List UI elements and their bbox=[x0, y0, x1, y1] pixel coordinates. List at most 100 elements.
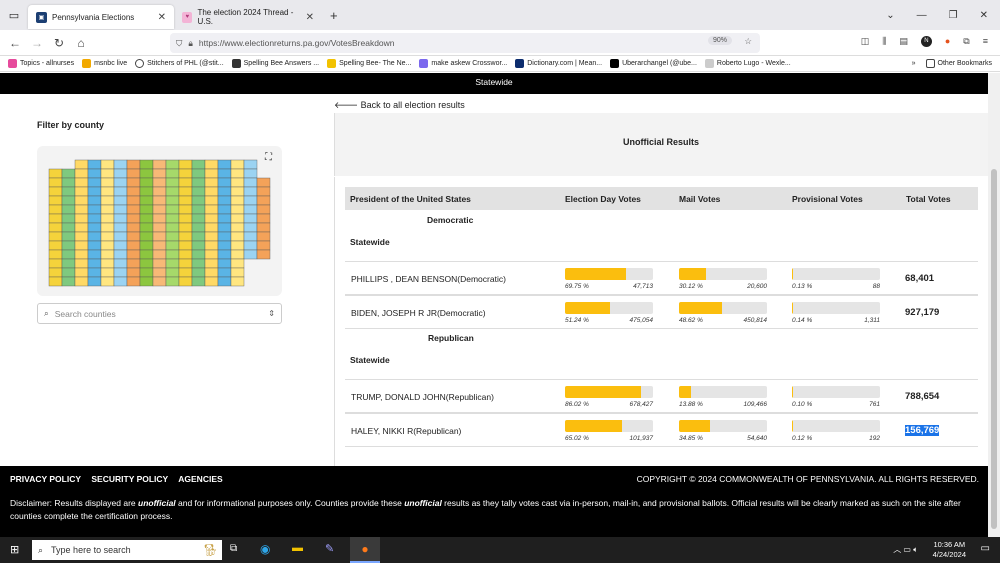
county-shape[interactable] bbox=[204, 258, 219, 269]
county-shape[interactable] bbox=[165, 258, 180, 269]
county-shape[interactable] bbox=[230, 222, 245, 233]
county-shape[interactable] bbox=[87, 195, 102, 206]
county-shape[interactable] bbox=[256, 195, 271, 206]
county-shape[interactable] bbox=[165, 276, 180, 287]
back-icon[interactable]: ← bbox=[4, 32, 26, 54]
county-shape[interactable] bbox=[74, 195, 89, 206]
county-shape[interactable] bbox=[100, 258, 115, 269]
county-shape[interactable] bbox=[256, 204, 271, 215]
county-shape[interactable] bbox=[87, 204, 102, 215]
county-shape[interactable] bbox=[243, 159, 258, 170]
restore-icon[interactable]: ❐ bbox=[949, 10, 958, 21]
file-explorer-icon[interactable]: ▬ bbox=[292, 542, 303, 554]
county-shape[interactable] bbox=[217, 249, 232, 260]
county-shape[interactable] bbox=[100, 267, 115, 278]
county-shape[interactable] bbox=[191, 159, 206, 170]
county-shape[interactable] bbox=[204, 276, 219, 287]
county-shape[interactable] bbox=[217, 258, 232, 269]
county-shape[interactable] bbox=[87, 258, 102, 269]
county-shape[interactable] bbox=[152, 249, 167, 260]
county-shape[interactable] bbox=[74, 222, 89, 233]
county-shape[interactable] bbox=[61, 267, 76, 278]
app-icon[interactable]: ✎ bbox=[325, 542, 334, 555]
county-shape[interactable] bbox=[165, 168, 180, 179]
county-shape[interactable] bbox=[204, 168, 219, 179]
county-shape[interactable] bbox=[113, 258, 128, 269]
county-shape[interactable] bbox=[113, 186, 128, 197]
county-shape[interactable] bbox=[165, 159, 180, 170]
county-shape[interactable] bbox=[230, 168, 245, 179]
county-shape[interactable] bbox=[204, 222, 219, 233]
system-tray-icons[interactable]: ︿ ▭ 🔈︎ bbox=[893, 544, 918, 555]
county-shape[interactable] bbox=[191, 186, 206, 197]
scroll-thumb[interactable] bbox=[991, 169, 997, 529]
county-shape[interactable] bbox=[178, 231, 193, 242]
minimize-icon[interactable]: — bbox=[917, 10, 927, 21]
county-shape[interactable] bbox=[48, 276, 63, 287]
county-shape[interactable] bbox=[87, 240, 102, 251]
county-shape[interactable] bbox=[243, 204, 258, 215]
county-shape[interactable] bbox=[139, 213, 154, 224]
county-shape[interactable] bbox=[74, 168, 89, 179]
pennsylvania-map[interactable] bbox=[37, 146, 282, 296]
total-votes[interactable]: 927,179 bbox=[905, 307, 939, 318]
county-shape[interactable] bbox=[74, 177, 89, 188]
bookmark-item[interactable]: Stitchers of PHL (@stit... bbox=[135, 59, 224, 68]
bookmark-star-icon[interactable]: ☆ bbox=[744, 36, 752, 47]
reload-icon[interactable]: ↻ bbox=[48, 32, 70, 54]
county-shape[interactable] bbox=[165, 177, 180, 188]
county-search-select[interactable]: ⌕ Search counties ⇕ bbox=[37, 303, 282, 324]
county-shape[interactable] bbox=[178, 159, 193, 170]
county-shape[interactable] bbox=[243, 222, 258, 233]
county-shape[interactable] bbox=[230, 249, 245, 260]
county-shape[interactable] bbox=[178, 276, 193, 287]
county-shape[interactable] bbox=[191, 177, 206, 188]
county-shape[interactable] bbox=[178, 240, 193, 251]
county-shape[interactable] bbox=[113, 213, 128, 224]
privacy-policy-link[interactable]: PRIVACY POLICY bbox=[10, 474, 81, 484]
tab-list-icon[interactable]: ▭ bbox=[0, 9, 28, 22]
county-shape[interactable] bbox=[126, 249, 141, 260]
county-shape[interactable] bbox=[74, 204, 89, 215]
county-shape[interactable] bbox=[165, 213, 180, 224]
county-shape[interactable] bbox=[113, 267, 128, 278]
county-shape[interactable] bbox=[113, 276, 128, 287]
county-shape[interactable] bbox=[126, 222, 141, 233]
county-shape[interactable] bbox=[113, 240, 128, 251]
county-shape[interactable] bbox=[126, 177, 141, 188]
home-icon[interactable]: ⌂ bbox=[70, 32, 92, 54]
county-shape[interactable] bbox=[139, 159, 154, 170]
county-shape[interactable] bbox=[61, 213, 76, 224]
county-shape[interactable] bbox=[74, 186, 89, 197]
county-shape[interactable] bbox=[191, 204, 206, 215]
county-shape[interactable] bbox=[191, 258, 206, 269]
county-shape[interactable] bbox=[139, 177, 154, 188]
county-shape[interactable] bbox=[230, 267, 245, 278]
county-shape[interactable] bbox=[217, 222, 232, 233]
county-shape[interactable] bbox=[113, 249, 128, 260]
county-shape[interactable] bbox=[126, 267, 141, 278]
county-shape[interactable] bbox=[230, 213, 245, 224]
forward-icon[interactable]: → bbox=[26, 32, 48, 54]
county-shape[interactable] bbox=[204, 267, 219, 278]
county-shape[interactable] bbox=[204, 231, 219, 242]
security-policy-link[interactable]: SECURITY POLICY bbox=[91, 474, 168, 484]
county-shape[interactable] bbox=[152, 267, 167, 278]
county-shape[interactable] bbox=[87, 267, 102, 278]
bookmark-item[interactable]: make askew Crosswor... bbox=[419, 59, 507, 68]
county-shape[interactable] bbox=[217, 213, 232, 224]
county-shape[interactable] bbox=[152, 204, 167, 215]
county-shape[interactable] bbox=[165, 249, 180, 260]
close-window-icon[interactable]: ✕ bbox=[980, 10, 988, 21]
county-shape[interactable] bbox=[217, 204, 232, 215]
county-shape[interactable] bbox=[256, 249, 271, 260]
county-shape[interactable] bbox=[204, 249, 219, 260]
county-shape[interactable] bbox=[165, 186, 180, 197]
notification-icon[interactable]: ▭ bbox=[981, 543, 990, 554]
county-shape[interactable] bbox=[152, 177, 167, 188]
county-map[interactable]: ⛶ bbox=[37, 146, 282, 296]
county-shape[interactable] bbox=[204, 159, 219, 170]
total-votes[interactable]: 156,769 bbox=[905, 425, 940, 436]
total-votes[interactable]: 788,654 bbox=[905, 391, 939, 402]
county-shape[interactable] bbox=[126, 195, 141, 206]
